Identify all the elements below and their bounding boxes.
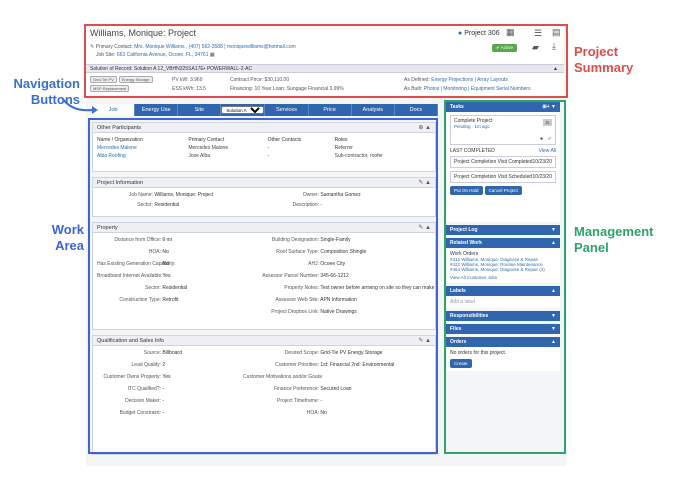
tab-analysis[interactable]: Analysis <box>352 104 395 116</box>
tab-docs[interactable]: Docs <box>395 104 438 116</box>
tab-job[interactable]: Job <box>92 104 136 116</box>
solution-select[interactable]: Solution A <box>221 106 265 114</box>
tab-energy-use[interactable]: Energy Use <box>135 104 179 116</box>
management-frame <box>444 100 566 454</box>
tab-services[interactable]: Services <box>265 104 309 116</box>
management-panel-callout: Management Panel <box>574 224 654 255</box>
work-area-frame <box>88 118 438 454</box>
tab-price[interactable]: Price <box>309 104 352 116</box>
navigation-buttons-callout: Navigation Buttons <box>13 76 80 107</box>
solution-select-wrap: Solution A <box>221 104 266 116</box>
work-area-callout: Work Area <box>51 222 84 253</box>
summary-frame <box>84 24 568 98</box>
navigation-tabs: Job Energy Use Site Solution A Services … <box>92 104 438 116</box>
project-summary-callout: Project Summary <box>574 44 634 75</box>
tab-site[interactable]: Site <box>178 104 222 116</box>
